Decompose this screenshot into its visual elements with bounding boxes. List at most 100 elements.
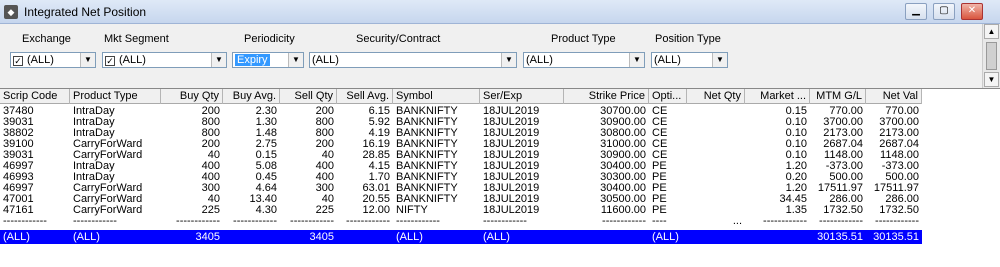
chevron-down-icon[interactable]: ▼	[288, 53, 303, 67]
cell-sell-qty: 800	[315, 128, 334, 139]
cell-ser-exp: 18JUL2019	[483, 139, 540, 150]
exchange-checkbox[interactable]: ✓	[13, 56, 23, 66]
chevron-down-icon[interactable]: ▼	[80, 53, 95, 67]
cell-net-val: 2687.04	[879, 139, 919, 150]
table-row[interactable]: 47001 CarryForWard 40 13.40 40 20.55 BANKNIFTY…	[0, 194, 922, 205]
cell-market-price: 0.20	[785, 172, 807, 183]
cell-buy-avg: 13.40	[249, 194, 277, 205]
window-title: Integrated Net Position	[24, 5, 147, 19]
position-type-label: Position Type	[655, 33, 721, 45]
cell-buy-avg: 1.48	[255, 128, 277, 139]
scroll-down-icon[interactable]: ▼	[984, 72, 999, 87]
position-type-select[interactable]: (ALL) ▼	[651, 52, 728, 68]
total-product-type: (ALL)	[73, 231, 100, 243]
cell-symbol: BANKNIFTY	[396, 150, 458, 161]
product-type-label: Product Type	[551, 33, 616, 45]
column-header-sell-avg[interactable]: Sell Avg.	[337, 89, 393, 104]
column-header-mtm-gl[interactable]: MTM G/L	[810, 89, 866, 104]
total-buy-avg	[223, 230, 280, 244]
close-button[interactable]: ✕	[961, 3, 983, 20]
minimize-button[interactable]: ▁	[905, 3, 927, 20]
cell-net-qty	[687, 128, 745, 139]
cell-scrip-code: 37480	[3, 106, 34, 117]
table-row[interactable]: 46997 IntraDay 400 5.08 400 4.15 BANKNIFTY 18JU…	[0, 161, 922, 172]
column-header-market-price[interactable]: Market ...	[745, 89, 810, 104]
periodicity-select[interactable]: Expiry ▼	[232, 52, 304, 68]
cell-sell-qty: 800	[315, 117, 334, 128]
cell-sell-qty: 400	[315, 172, 334, 183]
scroll-thumb[interactable]	[986, 42, 997, 70]
cell-mtm-gl: 500.00	[829, 172, 863, 183]
total-sell-qty: 3405	[309, 231, 334, 243]
separator-row[interactable]: ------------ ------------ ------------ ----…	[0, 216, 922, 227]
cell-scrip-code: 39031	[3, 150, 34, 161]
cell-net-val: 3700.00	[879, 117, 919, 128]
chevron-down-icon[interactable]: ▼	[211, 53, 226, 67]
cell-net-qty	[687, 183, 745, 194]
cell-strike-price: 31000.00	[600, 139, 646, 150]
cell-symbol: ------------	[396, 216, 440, 227]
table-row[interactable]: 46997 CarryForWard 300 4.64 300 63.01 BANKNIFT…	[0, 183, 922, 194]
cell-strike-price: ------------	[602, 216, 646, 227]
table-row[interactable]: 46993 IntraDay 400 0.45 400 1.70 BANKNIFTY 18JU…	[0, 172, 922, 183]
table-row[interactable]: 38802 IntraDay 800 1.48 800 4.19 BANKNIFTY 18JU…	[0, 128, 922, 139]
chevron-down-icon[interactable]: ▼	[629, 53, 644, 67]
table-row[interactable]: 47161 CarryForWard 225 4.30 225 12.00 NIFTY 18J…	[0, 205, 922, 216]
cell-buy-qty: 225	[201, 205, 220, 216]
cell-option-type: PE	[652, 194, 667, 205]
column-header-buy-qty[interactable]: Buy Qty	[161, 89, 223, 104]
scroll-up-icon[interactable]: ▲	[984, 24, 999, 39]
security-select[interactable]: (ALL) ▼	[309, 52, 517, 68]
cell-buy-avg: 4.64	[255, 183, 277, 194]
cell-ser-exp: 18JUL2019	[483, 172, 540, 183]
totals-row[interactable]: (ALL) (ALL) 3405 3405 (ALL) (ALL) (ALL) 30135.5…	[0, 230, 922, 244]
table-row[interactable]: 39031 IntraDay 800 1.30 800 5.92 BANKNIFTY 18JU…	[0, 117, 922, 128]
column-header-ser-exp[interactable]: Ser/Exp	[480, 89, 564, 104]
cell-net-qty	[687, 139, 745, 150]
table-row[interactable]: 39031 CarryForWard 40 0.15 40 28.85 BANKNIFTY 1…	[0, 150, 922, 161]
column-header-strike-price[interactable]: Strike Price	[564, 89, 649, 104]
column-header-net-qty[interactable]: Net Qty	[687, 89, 745, 104]
column-header-option-type[interactable]: Opti...	[649, 89, 687, 104]
cell-symbol: BANKNIFTY	[396, 139, 458, 150]
cell-sell-qty: 400	[315, 161, 334, 172]
chevron-down-icon[interactable]: ▼	[501, 53, 516, 67]
cell-symbol: BANKNIFTY	[396, 106, 458, 117]
cell-market-price: 0.10	[785, 128, 807, 139]
cell-market-price: 1.20	[785, 183, 807, 194]
cell-net-qty	[687, 106, 745, 117]
product-type-select[interactable]: (ALL) ▼	[523, 52, 645, 68]
cell-sell-qty: 300	[315, 183, 334, 194]
maximize-button[interactable]: ▢	[933, 3, 955, 20]
column-header-sell-qty[interactable]: Sell Qty	[280, 89, 337, 104]
app-icon[interactable]: ◆	[4, 5, 18, 19]
cell-market-price: 1.20	[785, 161, 807, 172]
column-header-product-type[interactable]: Product Type	[70, 89, 161, 104]
chevron-down-icon[interactable]: ▼	[712, 53, 727, 67]
grid-header: Scrip Code Product Type Buy Qty Buy Avg. Sel…	[0, 89, 922, 104]
column-header-net-val[interactable]: Net Val	[866, 89, 922, 104]
table-row[interactable]: 37480 IntraDay 200 2.30 200 6.15 BANKNIFTY 18JU…	[0, 106, 922, 117]
cell-net-val: -373.00	[881, 161, 919, 172]
column-header-symbol[interactable]: Symbol	[393, 89, 480, 104]
exchange-select[interactable]: ✓ (ALL) ▼	[10, 52, 96, 68]
cell-net-val: 17511.97	[873, 183, 919, 194]
cell-sell-qty: ------------	[290, 216, 334, 227]
cell-ser-exp: ------------	[483, 216, 527, 227]
cell-product-type: IntraDay	[73, 106, 115, 117]
column-header-scrip-code[interactable]: Scrip Code	[0, 89, 70, 104]
cell-scrip-code: 38802	[3, 128, 34, 139]
cell-ser-exp: 18JUL2019	[483, 128, 540, 139]
mkt-segment-select[interactable]: ✓ (ALL) ▼	[102, 52, 227, 68]
mkt-segment-checkbox[interactable]: ✓	[105, 56, 115, 66]
cell-product-type: CarryForWard	[73, 139, 143, 150]
table-row[interactable]: 39100 CarryForWard 200 2.75 200 16.19 BANKNIFT…	[0, 139, 922, 150]
cell-option-type: ----	[652, 216, 667, 227]
cell-sell-avg: 4.15	[368, 161, 390, 172]
cell-sell-avg: ------------	[346, 216, 390, 227]
cell-scrip-code: 39031	[3, 117, 34, 128]
filter-scrollbar[interactable]: ▲ ▼	[982, 24, 1000, 88]
cell-ser-exp: 18JUL2019	[483, 161, 540, 172]
cell-mtm-gl: 3700.00	[823, 117, 863, 128]
column-header-buy-avg[interactable]: Buy Avg.	[223, 89, 280, 104]
